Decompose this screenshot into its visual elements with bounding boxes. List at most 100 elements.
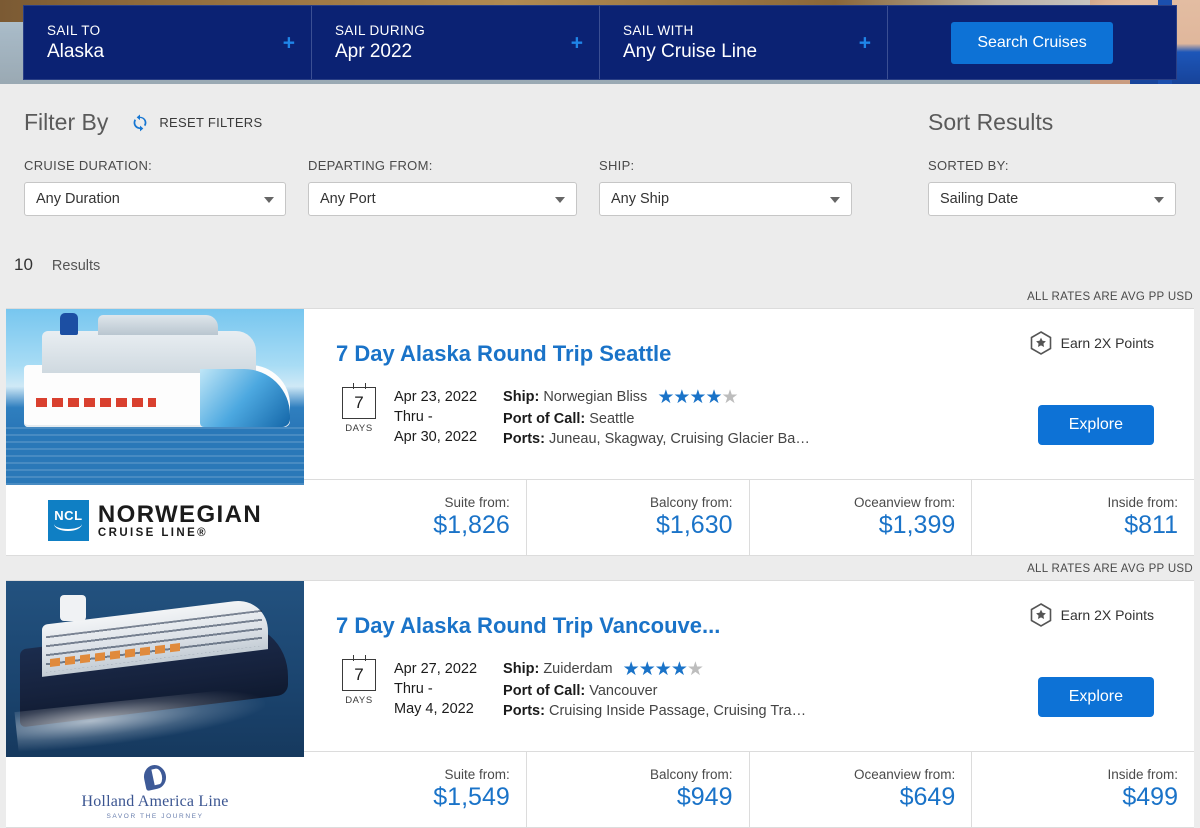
ports-key: Ports: <box>503 703 545 719</box>
price-cell-oceanview[interactable]: Oceanview from: $1,399 <box>748 480 972 555</box>
cruise-title-link[interactable]: 7 Day Alaska Round Trip Seattle <box>336 341 671 367</box>
results-count-bar: 10 Results <box>14 255 1186 286</box>
star-icon: ★ <box>721 387 739 408</box>
ship-value: Any Ship <box>611 191 670 207</box>
norwegian-bliss-ship-photo <box>6 309 304 485</box>
star-icon: ★ <box>689 387 706 408</box>
duration-days: 7 <box>342 655 376 691</box>
star-icon: ★ <box>670 659 688 680</box>
sail-to-field[interactable]: SAIL TO Alaska + <box>24 6 312 79</box>
ship-key: Ship: <box>503 389 540 405</box>
ship-row: Ship: Norwegian Bliss ★★★★★ <box>503 387 810 409</box>
holland-america-mark-icon <box>141 762 169 791</box>
cruise-info: Ship: Norwegian Bliss ★★★★★ Port of Call… <box>503 387 810 449</box>
ship-select[interactable]: Any Ship <box>599 182 852 216</box>
price-label: Balcony from: <box>649 495 733 510</box>
explore-button[interactable]: Explore <box>1037 405 1154 445</box>
ship-name: Norwegian Bliss <box>543 389 648 405</box>
date-thru: Thru - <box>394 681 433 697</box>
logo-name: NORWEGIAN <box>97 500 263 528</box>
ship-label: SHIP: <box>599 158 635 173</box>
price-value: $649 <box>899 783 956 811</box>
sail-with-field[interactable]: SAIL WITH Any Cruise Line + <box>600 6 888 79</box>
star-icon: ★ <box>638 659 656 680</box>
port-of-call-value: Vancouver <box>589 683 658 699</box>
star-icon: ★ <box>654 659 672 680</box>
port-of-call-key: Port of Call: <box>503 683 586 699</box>
cruise-search-bar: SAIL TO Alaska + SAIL DURING Apr 2022 + … <box>24 6 1176 79</box>
price-label: Inside from: <box>1107 495 1178 510</box>
rates-note: ALL RATES ARE AVG PP USD <box>1027 290 1193 303</box>
price-value: $499 <box>1122 783 1178 811</box>
port-of-call-row: Port of Call: Seattle <box>503 409 810 429</box>
logo-subtitle: CRUISE LINE® <box>97 526 209 539</box>
price-value: $949 <box>676 783 733 811</box>
results-label: Results <box>51 258 101 274</box>
chevron-down-icon <box>264 197 274 203</box>
ports-row: Ports: Juneau, Skagway, Cruising Glacier… <box>503 429 810 449</box>
norwegian-cruise-line-logo: NCL NORWEGIAN CRUISE LINE® <box>6 485 304 555</box>
ncl-badge-icon: NCL <box>47 499 89 541</box>
sail-with-label: SAIL WITH <box>623 22 694 38</box>
cruise-info: Ship: Zuiderdam ★★★★★ Port of Call: Vanc… <box>503 659 806 721</box>
departing-from-select[interactable]: Any Port <box>308 182 577 216</box>
reset-filters-label: RESET FILTERS <box>159 115 263 130</box>
holland-america-line-logo: Holland America Line SAVOR THE JOURNEY <box>6 757 304 827</box>
earn-points-badge: Earn 2X Points <box>1030 603 1154 627</box>
ports-value: Juneau, Skagway, Cruising Glacier Ba… <box>548 431 810 447</box>
plus-icon[interactable]: + <box>859 32 871 53</box>
ship-row: Ship: Zuiderdam ★★★★★ <box>503 659 806 681</box>
earn-points-label: Earn 2X Points <box>1060 607 1154 623</box>
price-value: $1,826 <box>433 511 510 539</box>
card-rates-bar: ALL RATES ARE AVG PP USD <box>0 557 1200 580</box>
price-cell-balcony[interactable]: Balcony from: $949 <box>525 752 749 827</box>
hexagon-star-icon <box>1030 603 1051 627</box>
price-cell-suite[interactable]: Suite from: $1,549 <box>304 752 526 827</box>
price-cell-oceanview[interactable]: Oceanview from: $649 <box>748 752 972 827</box>
sailing-dates: Apr 23, 2022 Thru - Apr 30, 2022 <box>394 387 477 449</box>
earn-points-badge: Earn 2X Points <box>1030 331 1154 355</box>
date-end: Apr 30, 2022 <box>394 429 478 445</box>
price-cell-inside[interactable]: Inside from: $811 <box>971 480 1194 555</box>
ports-value: Cruising Inside Passage, Cruising Tra… <box>548 703 807 719</box>
cruise-title-link[interactable]: 7 Day Alaska Round Trip Vancouve... <box>336 613 720 639</box>
sorted-by-label: SORTED BY: <box>928 158 1009 173</box>
sorted-by-value: Sailing Date <box>940 191 1019 207</box>
star-icon: ★ <box>657 387 674 408</box>
sail-to-label: SAIL TO <box>47 22 101 38</box>
plus-icon[interactable]: + <box>571 32 583 53</box>
rates-note: ALL RATES ARE AVG PP USD <box>1027 562 1193 575</box>
price-cell-balcony[interactable]: Balcony from: $1,630 <box>525 480 749 555</box>
filter-section: Filter By RESET FILTERS Sort Results CRU… <box>0 84 1200 252</box>
date-end: May 4, 2022 <box>394 701 474 717</box>
price-value: $1,549 <box>433 783 510 811</box>
sorted-by-select[interactable]: Sailing Date <box>928 182 1176 216</box>
sail-during-field[interactable]: SAIL DURING Apr 2022 + <box>312 6 600 79</box>
explore-button[interactable]: Explore <box>1037 677 1154 717</box>
price-cell-suite[interactable]: Suite from: $1,826 <box>304 480 526 555</box>
price-label: Suite from: <box>444 767 510 782</box>
date-start: Apr 23, 2022 <box>394 389 478 405</box>
port-of-call-key: Port of Call: <box>503 411 586 427</box>
port-of-call-value: Seattle <box>589 411 635 427</box>
price-cell-inside[interactable]: Inside from: $499 <box>971 752 1194 827</box>
results-count: 10 <box>14 255 33 274</box>
price-label: Inside from: <box>1107 767 1178 782</box>
departing-from-label: DEPARTING FROM: <box>308 158 433 173</box>
price-label: Oceanview from: <box>853 495 956 510</box>
sailing-dates: Apr 27, 2022 Thru - May 4, 2022 <box>394 659 477 721</box>
cruise-result-card: ALL RATES ARE AVG PP USD Holland America… <box>0 557 1200 828</box>
plus-icon[interactable]: + <box>283 32 295 53</box>
ports-row: Ports: Cruising Inside Passage, Cruising… <box>503 701 806 721</box>
refresh-icon <box>133 114 147 131</box>
cruise-duration-select[interactable]: Any Duration <box>24 182 286 216</box>
chevron-down-icon <box>1154 197 1164 203</box>
filter-header: Filter By RESET FILTERS <box>24 109 262 136</box>
cruise-duration-value: Any Duration <box>36 191 120 207</box>
sail-during-value: Apr 2022 <box>335 40 413 62</box>
price-row: Suite from: $1,826 Balcony from: $1,630 … <box>304 479 1194 555</box>
date-thru: Thru - <box>394 409 433 425</box>
ports-key: Ports: <box>503 431 545 447</box>
reset-filters-button[interactable]: RESET FILTERS <box>130 113 262 133</box>
search-cruises-button[interactable]: Search Cruises <box>951 21 1113 64</box>
